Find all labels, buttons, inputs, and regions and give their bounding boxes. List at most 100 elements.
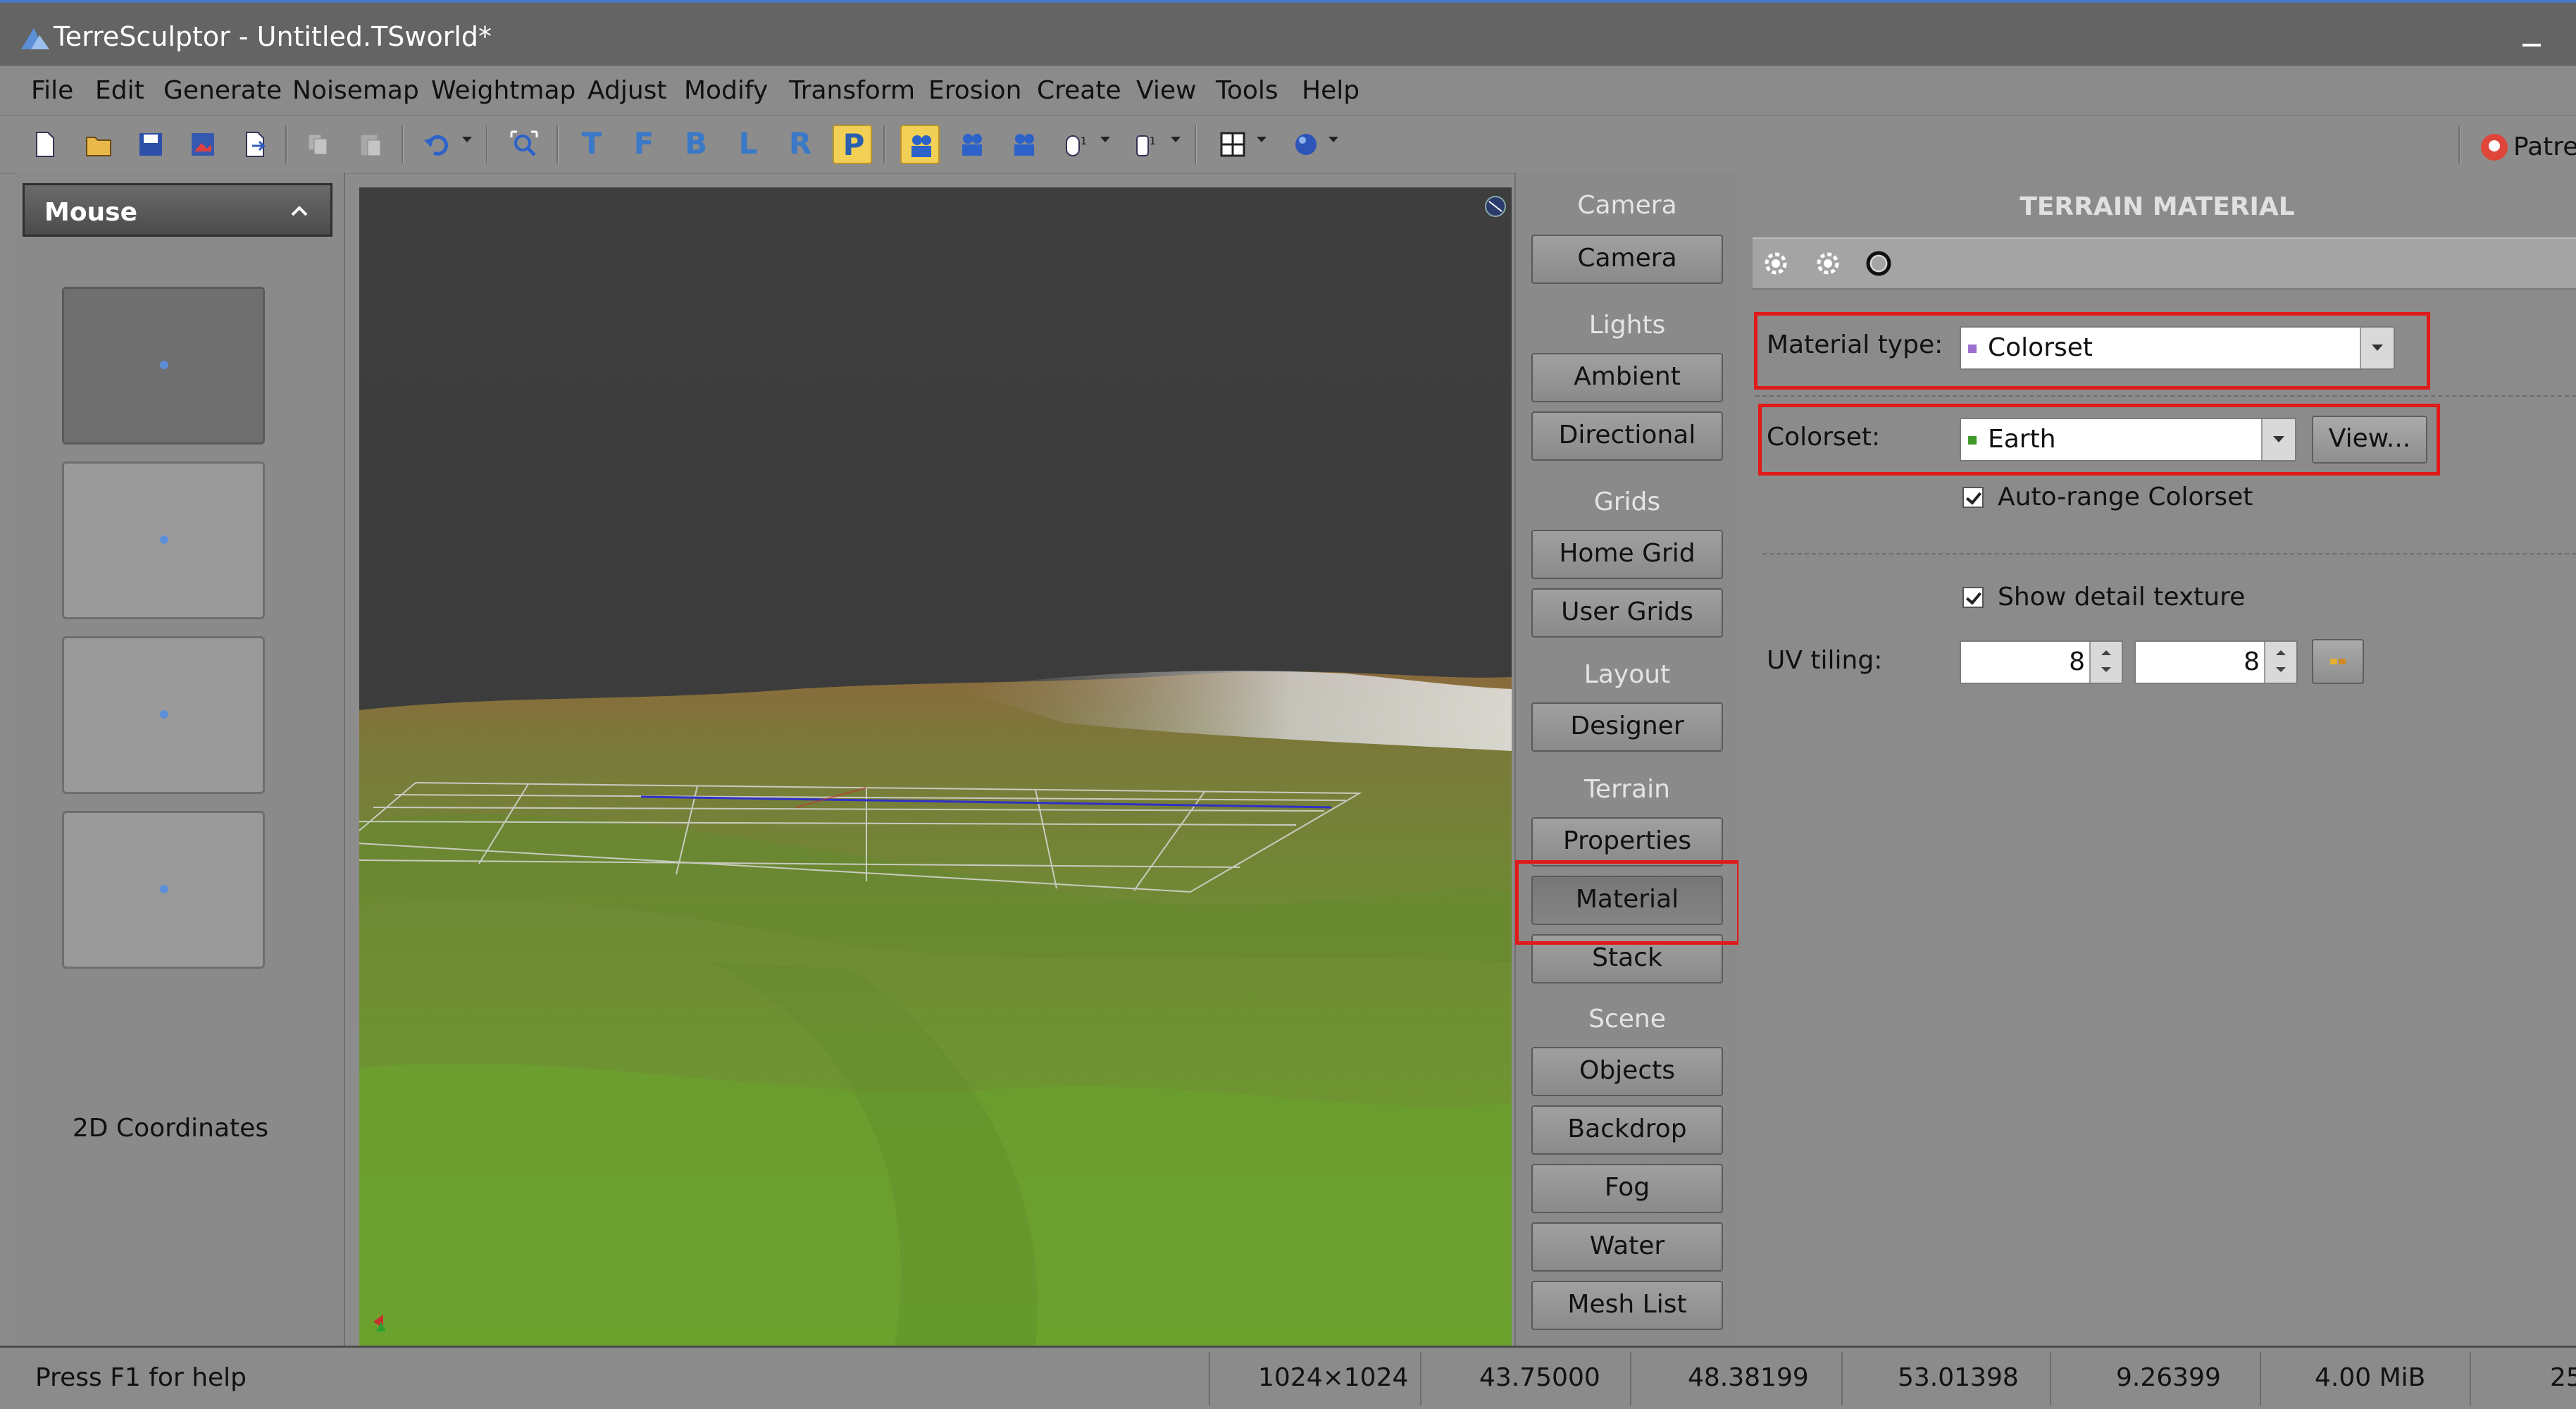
mouse-mode-icon [160, 710, 168, 719]
status-separator [1630, 1352, 1631, 1405]
side-heading-grids: Grids [1593, 488, 1661, 516]
patreon-icon [2481, 134, 2508, 161]
objects-button[interactable]: Objects [1531, 1047, 1723, 1096]
menu-transform[interactable]: Transform [789, 76, 915, 105]
export-file-icon[interactable] [235, 125, 275, 164]
show-detail-checkbox[interactable] [1962, 587, 1984, 608]
copy-icon[interactable] [299, 125, 338, 164]
menu-create[interactable]: Create [1037, 76, 1121, 105]
view-back-button[interactable]: B [676, 125, 716, 164]
ambient-button[interactable]: Ambient [1531, 353, 1723, 402]
3d-viewport[interactable] [359, 187, 1512, 1346]
link-tiling-button[interactable] [2312, 639, 2364, 684]
mouse-mode-button[interactable] [62, 636, 265, 794]
status-value-6: 25 [2550, 1363, 2576, 1392]
render-dropdown-icon[interactable] [1329, 137, 1338, 142]
compass-icon[interactable] [1483, 194, 1507, 218]
uv-tiling-v-spinner[interactable]: 8 [2134, 640, 2298, 684]
main-toolbar: T F B L R P 1 1 Patre [0, 115, 2576, 174]
uv-tiling-u-spinner[interactable]: 8 [1960, 640, 2123, 684]
menu-edit[interactable]: Edit [95, 76, 144, 105]
mesh-list-button[interactable]: Mesh List [1531, 1281, 1723, 1330]
mouse-speed-dropdown-icon[interactable] [1100, 137, 1110, 142]
fog-button[interactable]: Fog [1531, 1164, 1723, 1213]
user-grids-button[interactable]: User Grids [1531, 588, 1723, 638]
water-button[interactable]: Water [1531, 1222, 1723, 1272]
export-image-icon[interactable] [183, 125, 223, 164]
mouse-mode-icon [160, 535, 168, 544]
view-perspective-button[interactable]: P [833, 125, 872, 164]
status-value-4: 9.26399 [2116, 1363, 2221, 1392]
undo-icon[interactable] [417, 125, 456, 164]
side-heading-scene: Scene [1588, 1005, 1666, 1034]
camera-mode-icon[interactable] [900, 125, 940, 164]
view-left-button[interactable]: L [728, 125, 768, 164]
camera-button[interactable]: Camera [1531, 235, 1723, 284]
mouse-panel-header[interactable]: Mouse [23, 183, 332, 237]
status-value-1: 43.75000 [1479, 1363, 1600, 1392]
menu-adjust[interactable]: Adjust [587, 76, 667, 105]
mouse-mode-button[interactable] [62, 811, 265, 969]
viewport-layout-icon[interactable] [1213, 125, 1252, 164]
menu-erosion[interactable]: Erosion [928, 76, 1021, 105]
paste-icon[interactable] [351, 125, 390, 164]
zoom-extents-icon[interactable] [504, 125, 544, 164]
auto-range-label: Auto-range Colorset [1998, 483, 2253, 511]
window-title: TerreSculptor - Untitled.TSworld* [54, 21, 492, 52]
new-file-icon[interactable] [25, 125, 65, 164]
link-icon [2330, 659, 2346, 664]
menu-weightmap[interactable]: Weightmap [431, 76, 575, 105]
material-type-highlight-box [1754, 312, 2430, 390]
properties-button[interactable]: Properties [1531, 817, 1723, 867]
auto-range-checkbox[interactable] [1962, 487, 1984, 508]
uv-tiling-v-value: 8 [2244, 647, 2260, 676]
minimize-button[interactable] [2518, 17, 2546, 52]
menu-help[interactable]: Help [1302, 76, 1359, 105]
designer-button[interactable]: Designer [1531, 702, 1723, 752]
mouse-speed-icon[interactable]: 1 [1057, 125, 1096, 164]
save-icon[interactable] [131, 125, 170, 164]
menu-view[interactable]: View [1136, 76, 1196, 105]
directional-button[interactable]: Directional [1531, 411, 1723, 461]
side-heading-lights: Lights [1588, 311, 1666, 340]
title-bar: TerreSculptor - Untitled.TSworld* [0, 0, 2576, 66]
menu-modify[interactable]: Modify [684, 76, 768, 105]
render-sphere-icon[interactable] [1286, 125, 1326, 164]
camera-fly-icon[interactable] [1004, 125, 1044, 164]
save-settings-icon[interactable] [1812, 247, 1844, 280]
stepper-icon[interactable] [2264, 642, 2296, 683]
view-right-button[interactable]: R [780, 125, 820, 164]
panel-title: TERRAIN MATERIAL [2020, 192, 2295, 221]
open-folder-icon[interactable] [79, 125, 118, 164]
load-settings-icon[interactable] [1760, 247, 1792, 280]
view-front-button[interactable]: F [624, 125, 664, 164]
side-heading-layout: Layout [1583, 660, 1671, 689]
svg-text:1: 1 [1081, 136, 1087, 147]
reset-circle-icon[interactable] [1862, 247, 1895, 280]
menu-generate[interactable]: Generate [163, 76, 282, 105]
camera-orbit-icon[interactable] [952, 125, 992, 164]
status-separator [2470, 1352, 2471, 1405]
toolbar-separator [556, 125, 559, 163]
uv-tiling-u-value: 8 [2069, 647, 2085, 676]
step-size-icon[interactable]: 1 [1127, 125, 1166, 164]
patreon-button[interactable]: Patre [2472, 125, 2576, 165]
stepper-icon[interactable] [2089, 642, 2122, 683]
status-value-3: 53.01398 [1898, 1363, 2019, 1392]
step-size-dropdown-icon[interactable] [1171, 137, 1181, 142]
undo-dropdown-icon[interactable] [462, 137, 472, 142]
tool-column: Camera Camera Lights Ambient Directional… [1514, 173, 1741, 1346]
mouse-mode-button[interactable] [62, 287, 265, 445]
viewport-layout-dropdown-icon[interactable] [1257, 137, 1267, 142]
backdrop-button[interactable]: Backdrop [1531, 1105, 1723, 1155]
view-top-button[interactable]: T [572, 125, 611, 164]
mouse-mode-button[interactable] [62, 461, 265, 619]
chevron-up-icon[interactable] [287, 198, 312, 223]
side-heading-camera: Camera [1577, 191, 1677, 220]
mouse-panel: Mouse 2D Coordinates [15, 173, 345, 1346]
menu-file[interactable]: File [31, 76, 73, 105]
home-grid-button[interactable]: Home Grid [1531, 530, 1723, 579]
menu-tools[interactable]: Tools [1216, 76, 1278, 105]
status-value-2: 48.38199 [1688, 1363, 1809, 1392]
menu-noisemap[interactable]: Noisemap [292, 76, 419, 105]
